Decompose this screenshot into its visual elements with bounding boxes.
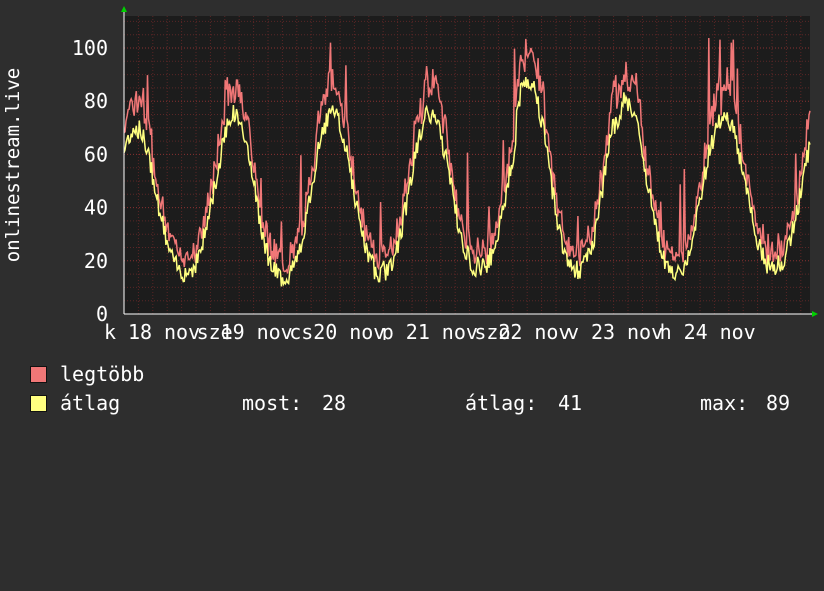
stat-mean-label: átlag: (465, 391, 538, 415)
x-tick-label: 22 (498, 320, 522, 340)
x-tick-label: nov (627, 320, 663, 340)
y-tick-label: 100 (72, 36, 108, 60)
x-tick-label: 23 (591, 320, 615, 340)
x-tick-label: nov (349, 320, 385, 340)
y-axis-ticks: 020406080100 (72, 36, 108, 326)
y-tick-label: 40 (84, 196, 108, 220)
stat-max-value: 89 (766, 391, 791, 415)
stat-now-label: most: (242, 391, 303, 415)
legend-label: átlag (60, 391, 121, 415)
x-tick-label: v (567, 320, 579, 340)
legend-label: legtöbb (60, 362, 145, 386)
x-tick-label: nov (164, 320, 200, 340)
x-tick-label: nov (720, 320, 756, 340)
x-tick-label: k (104, 320, 116, 340)
chart-area: 020406080100 k 18 novsze19 novcs 20 novp 21 nov… (2, 6, 818, 340)
x-tick-label: 20 (313, 320, 337, 340)
legend-item-atlag: átlag most: 28 átlag: 41 max: 89 (30, 392, 810, 414)
x-tick-label: 18 (128, 320, 152, 340)
stat-now-value: 28 (322, 391, 347, 415)
y-axis-arrow-icon (121, 6, 127, 12)
x-tick-label: p (382, 320, 394, 340)
stat-max-label: max: (700, 391, 749, 415)
x-tick-label: 24 (684, 320, 708, 340)
x-tick-label: nov (257, 320, 293, 340)
legend-item-legtobb: legtöbb (30, 363, 144, 385)
x-tick-label: cs (289, 320, 313, 340)
x-tick-label: 19 (221, 320, 245, 340)
y-axis-label: onlinestream.live (2, 68, 24, 262)
x-tick-label: nov (442, 320, 478, 340)
stat-mean-value: 41 (558, 391, 583, 415)
legend-swatch-legtobb (30, 366, 47, 383)
legend-swatch-atlag (30, 395, 47, 412)
x-tick-label: nov (534, 320, 570, 340)
y-tick-label: 20 (84, 249, 108, 273)
y-tick-label: 80 (84, 89, 108, 113)
y-tick-label: 60 (84, 142, 108, 166)
x-tick-label: h (660, 320, 672, 340)
x-axis-arrow-icon (812, 311, 818, 317)
x-axis-ticks: k 18 novsze19 novcs 20 novp 21 novszo22 novv 23 no… (104, 320, 756, 340)
x-tick-label: 21 (406, 320, 430, 340)
